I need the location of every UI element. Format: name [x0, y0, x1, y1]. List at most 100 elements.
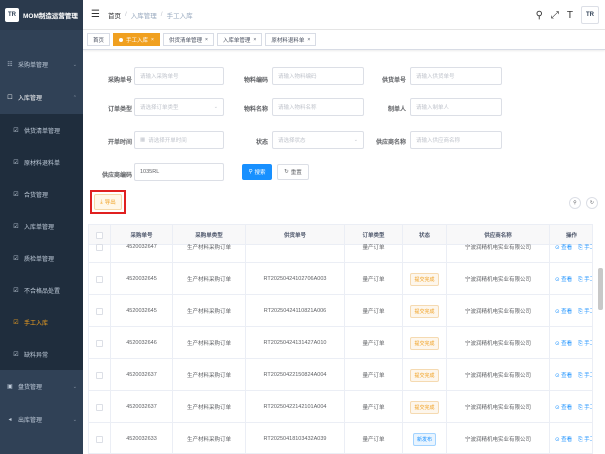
row-checkbox[interactable] — [96, 339, 103, 347]
row-checkbox[interactable] — [96, 307, 103, 315]
purchase-no-input[interactable]: 请输入采购单号 — [134, 67, 224, 85]
table-row[interactable]: 4520032637 生产材料采购订单 RT20250422150824A004 量产… — [89, 359, 592, 391]
tag-3[interactable]: 入库单管理 × — [216, 33, 263, 46]
table-cell-order-type: 量产订单 — [345, 391, 403, 423]
logo-icon: TR — [5, 8, 19, 22]
table-row[interactable]: 4520032646 生产材料采购订单 RT20250424131427A010 量产… — [89, 327, 592, 359]
status-cell: 提交完成 — [403, 327, 447, 359]
supply-no-input[interactable]: 请输入供货单号 — [410, 67, 502, 85]
view-icon: ⊙ — [555, 245, 560, 251]
sidebar-item-label: 原材料退料单 — [24, 160, 61, 167]
row-select-cell — [89, 391, 111, 423]
view-link[interactable]: ⊙ 查看 — [555, 371, 572, 379]
sidebar-item-10[interactable]: ▣ 盘货管理 ⌄ — [0, 370, 83, 403]
fullscreen-icon[interactable]: ⤢ — [551, 10, 559, 21]
navbar: ☰ 首页 / 入库管理 / 手工入库 ⚲ ⤢ T TR — [83, 0, 605, 30]
tag-label: 首页 — [93, 37, 105, 44]
sidebar-item-3[interactable]: ☑ 原材料退料单 — [0, 146, 83, 178]
font-size-icon[interactable]: T — [567, 10, 573, 21]
sidebar-item-5[interactable]: ☑ 入库单管理 — [0, 210, 83, 242]
table-row[interactable]: 4520032645 生产材料采购订单 RT20250424102706A003 量产… — [89, 263, 592, 295]
manual-inbound-link[interactable]: ⎘ 手工入库 — [578, 371, 592, 380]
toggle-search-icon[interactable]: ⚲ — [569, 197, 581, 209]
row-checkbox[interactable] — [96, 371, 103, 379]
table-cell-order-type: 量产订单 — [345, 359, 403, 391]
close-icon[interactable]: × — [307, 37, 310, 43]
creator-input[interactable]: 请输入制单人 — [410, 98, 502, 116]
manual-inbound-link[interactable]: ⎘ 手工入库 — [578, 435, 592, 444]
view-link[interactable]: ⊙ 查看 — [555, 275, 572, 283]
scrollbar-thumb[interactable] — [598, 268, 603, 310]
doc-icon: ☑ — [13, 127, 19, 134]
reset-button[interactable]: ↻ 重置 — [277, 164, 309, 180]
view-link[interactable]: ⊙ 查看 — [555, 403, 572, 411]
chevron-icon: ⌃ — [72, 94, 77, 101]
view-link[interactable]: ⊙ 查看 — [555, 307, 572, 315]
view-link[interactable]: ⊙ 查看 — [555, 339, 572, 347]
supplier-name-input[interactable]: 请输入供应商名称 — [410, 131, 502, 149]
sidebar-item-11[interactable]: ◂ 出库管理 ⌄ — [0, 403, 83, 436]
status-select[interactable]: 请选择状态 ⌄ — [272, 131, 364, 149]
avatar[interactable]: TR — [581, 6, 599, 24]
manual-inbound-link[interactable]: ⎘ 手工入库 — [578, 339, 592, 348]
material-code-input[interactable]: 请输入物料编码 — [272, 67, 364, 85]
sidebar-item-6[interactable]: ☑ 质检单管理 — [0, 242, 83, 274]
sidebar-item-9[interactable]: ☑ 缺料异常 — [0, 338, 83, 370]
actions-cell: ⊙ 查看 ⎘ 手工入库 — [550, 423, 592, 453]
row-checkbox[interactable] — [96, 403, 103, 411]
sidebar-item-label: 采购单管理 — [18, 63, 49, 69]
view-link[interactable]: ⊙ 查看 — [555, 435, 572, 443]
search-button-label: 搜索 — [254, 170, 266, 176]
material-name-input[interactable]: 请输入物料名称 — [272, 98, 364, 116]
manual-inbound-link[interactable]: ⎘ 手工入库 — [578, 275, 592, 284]
tag-1[interactable]: 手工入库 × — [113, 33, 160, 46]
search-button[interactable]: ⚲ 搜索 — [242, 164, 272, 180]
sidebar-item-1[interactable]: ☐ 入库管理 ⌃ — [0, 81, 83, 114]
tag-4[interactable]: 原材料退料单 × — [265, 33, 317, 46]
manual-inbound-link[interactable]: ⎘ 手工入库 — [578, 307, 592, 316]
order-type-select[interactable]: 请选择订单类型 ⌄ — [134, 98, 224, 116]
supplier-name-label: 供应商名称 — [375, 140, 406, 146]
supplier-code-input[interactable]: 1035RL — [134, 163, 224, 181]
sidebar-item-label: 不合格品处置 — [24, 288, 61, 295]
sidebar-item-2[interactable]: ☑ 供货清单管理 — [0, 114, 83, 146]
table-row[interactable]: 4520032633 生产材料采购订单 RT20250418103432A039 量产… — [89, 423, 592, 453]
table-row[interactable]: 4520032645 生产材料采购订单 RT20250424110821A006 量产… — [89, 295, 592, 327]
breadcrumb-home[interactable]: 首页 — [108, 10, 121, 20]
view-link[interactable]: ⊙ 查看 — [555, 243, 572, 251]
box-icon: ▣ — [7, 384, 13, 390]
order-type-label: 订单类型 — [107, 107, 132, 113]
table-row[interactable]: 4520032647 生产材料采购订单 量产订单 宁波润精机电实业有限公司 ⊙ 查看 ⎘ … — [89, 231, 592, 263]
manual-inbound-link[interactable]: ⎘ 手工入库 — [578, 403, 592, 412]
refresh-table-icon[interactable]: ↻ — [586, 197, 598, 209]
close-icon[interactable]: × — [205, 37, 208, 43]
status-badge: 提交完成 — [410, 272, 439, 286]
close-icon[interactable]: × — [151, 37, 154, 43]
status-cell: 提交完成 — [403, 295, 447, 327]
close-icon[interactable]: × — [253, 37, 256, 43]
row-checkbox[interactable] — [96, 435, 103, 443]
inbound-icon: ⎘ — [578, 404, 583, 411]
actions-cell: ⊙ 查看 ⎘ 手工入库 — [550, 295, 592, 327]
row-select-cell — [89, 359, 111, 391]
data-table: 采购单号 采购单类型 供货单号 订单类型 状态 供应商名称 操作 4520032647 生产材… — [88, 224, 593, 454]
tag-2[interactable]: 供货清单管理 × — [162, 33, 214, 46]
send-icon: ◂ — [8, 417, 12, 423]
row-checkbox[interactable] — [96, 243, 103, 251]
tag-0[interactable]: 首页 — [87, 33, 111, 46]
inbox-icon: ☐ — [7, 95, 13, 101]
search-icon[interactable]: ⚲ — [536, 10, 543, 21]
sidebar-item-0[interactable]: ☷ 采购单管理 ⌄ — [0, 48, 83, 81]
navbar-actions: ⚲ ⤢ T TR — [536, 6, 599, 24]
table-row[interactable]: 4520032637 生产材料采购订单 RT20250422142101A004 量产… — [89, 391, 592, 423]
inbound-icon: ⎘ — [578, 244, 583, 251]
sidebar-item-4[interactable]: ☑ 合货管理 — [0, 178, 83, 210]
sidebar-item-8[interactable]: ☑ 手工入库 — [0, 306, 83, 338]
open-time-picker[interactable]: ▦ 请选择开单时间 — [134, 131, 224, 149]
manual-inbound-link[interactable]: ⎘ 手工入库 — [578, 243, 592, 252]
manual-inbound-link-label: 手工入库 — [584, 340, 592, 347]
hamburger-icon[interactable]: ☰ — [91, 9, 100, 20]
row-checkbox[interactable] — [96, 275, 103, 283]
sidebar-item-7[interactable]: ☑ 不合格品处置 — [0, 274, 83, 306]
table-cell-po-type: 生产材料采购订单 — [173, 231, 246, 263]
